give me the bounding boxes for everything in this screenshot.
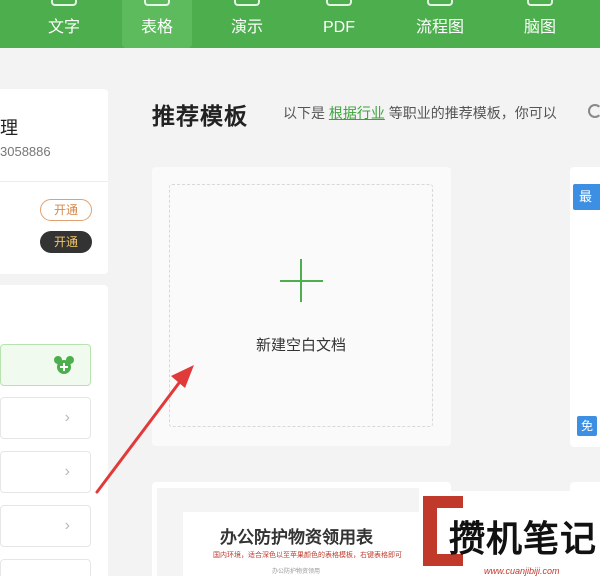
annotation-arrow [95,365,194,494]
watermark-url: www.cuanjibiji.com [484,566,560,576]
watermark-text: 攒机笔记 [449,518,598,559]
